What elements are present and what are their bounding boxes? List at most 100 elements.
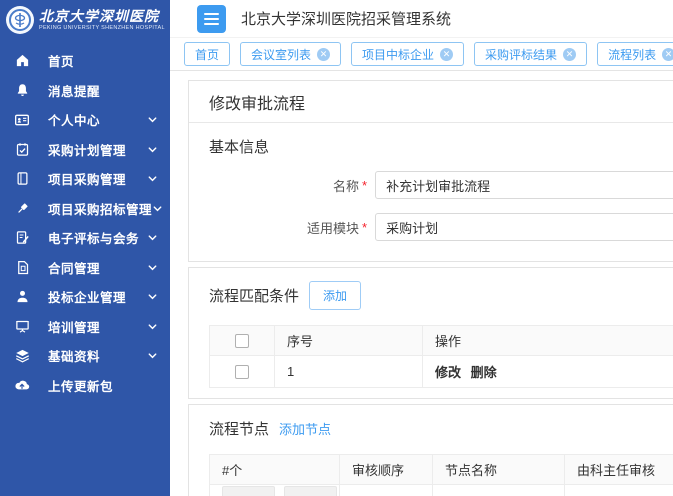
flow-nodes-section: 流程节点 添加节点 #个 审核顺序 节点名称 由科主任审核 [189, 405, 673, 496]
hospital-name-cn: 北京大学深圳医院 [39, 9, 165, 24]
id-card-icon [14, 112, 30, 128]
hospital-logo: 北京大学深圳医院 PEKING UNIVERSITY SHENZHEN HOSP… [0, 0, 170, 40]
sidebar-item-e-evaluation[interactable]: 电子评标与会务 [0, 223, 170, 253]
match-conditions-header: 流程匹配条件 添加 [209, 268, 673, 310]
col-seq-header: 序号 [275, 326, 423, 356]
chevron-down-icon [147, 321, 158, 332]
layers-icon [14, 348, 30, 364]
tab-project-winning-bidders[interactable]: 项目中标企业 ✕ [351, 42, 464, 66]
chevron-down-icon [147, 291, 158, 302]
hospital-name: 北京大学深圳医院 PEKING UNIVERSITY SHENZHEN HOSP… [39, 9, 165, 30]
sidebar-item-label: 项目采购招标管理 [48, 199, 152, 218]
match-conditions-title: 流程匹配条件 [209, 285, 299, 306]
sidebar-item-training-mgmt[interactable]: 培训管理 [0, 312, 170, 342]
tab-label: 流程列表 [608, 46, 656, 63]
module-input[interactable] [375, 213, 673, 241]
home-icon [14, 53, 30, 69]
delete-link[interactable]: 删除 [471, 365, 497, 380]
hamburger-icon [204, 13, 219, 15]
close-icon[interactable]: ✕ [563, 48, 576, 61]
flow-nodes-header: 流程节点 添加节点 [209, 405, 673, 439]
hospital-emblem-icon [6, 6, 34, 34]
content-area: 修改审批流程 基本信息 名称 * 适用模块 * 流程匹配条件 [170, 71, 673, 496]
tab-bid-evaluation-results[interactable]: 采购评标结果 ✕ [474, 42, 587, 66]
close-icon[interactable]: ✕ [662, 48, 673, 61]
chevron-down-icon [147, 114, 158, 125]
sidebar-menu: 首页 消息提醒 个人中心 采购计划管理 项目采购管理 项目采购招标管理 [0, 40, 170, 400]
sidebar-item-messages[interactable]: 消息提醒 [0, 76, 170, 106]
dept-head-cell: 是 [565, 485, 673, 496]
match-conditions-table: 序号 操作 字段 1 修改 删除 计划 [209, 325, 673, 388]
table-row: 1 修改 删除 计划类型 [210, 356, 673, 388]
tab-process-list[interactable]: 流程列表 ✕ [597, 42, 673, 66]
flow-nodes-table: #个 审核顺序 节点名称 由科主任审核 修改删除 1 科主任意见 [209, 454, 673, 496]
sidebar-item-home[interactable]: 首页 [0, 46, 170, 76]
tab-meeting-room-list[interactable]: 会议室列表 ✕ [240, 42, 341, 66]
col-name-header: 节点名称 [433, 455, 565, 485]
basic-info-title: 基本信息 [209, 123, 673, 157]
basic-info-section: 基本信息 名称 * 适用模块 * [189, 123, 673, 261]
match-conditions-section: 流程匹配条件 添加 序号 操作 字段 [189, 268, 673, 398]
table-row: 修改删除 1 科主任意见 是 [210, 485, 673, 496]
col-order-header: 审核顺序 [340, 455, 433, 485]
chevron-down-icon [147, 232, 158, 243]
sidebar-item-contract-mgmt[interactable]: 合同管理 [0, 253, 170, 283]
presentation-icon [14, 318, 30, 334]
sidebar-item-label: 培训管理 [48, 317, 100, 336]
chevron-down-icon [147, 144, 158, 155]
menu-toggle-button[interactable] [197, 5, 226, 33]
table-header-row: 序号 操作 字段 [210, 326, 673, 356]
flow-nodes-title: 流程节点 [209, 418, 269, 439]
close-icon[interactable]: ✕ [440, 48, 453, 61]
sidebar-item-label: 电子评标与会务 [48, 228, 139, 247]
sidebar-item-label: 上传更新包 [48, 376, 113, 395]
chevron-down-icon [147, 173, 158, 184]
row-checkbox[interactable] [235, 365, 249, 379]
col-dept-head-header: 由科主任审核 [565, 455, 673, 485]
edit-button[interactable]: 修改 [222, 486, 275, 496]
tab-home[interactable]: 首页 [184, 42, 230, 66]
app-title: 北京大学深圳医院招采管理系统 [241, 8, 451, 29]
module-label: 适用模块 [209, 218, 359, 237]
tab-bar: 首页 会议室列表 ✕ 项目中标企业 ✕ 采购评标结果 ✕ 流程列表 ✕ 流程 ✕ [170, 38, 673, 71]
match-conditions-card: 流程匹配条件 添加 序号 操作 字段 [188, 267, 673, 399]
sidebar-item-basic-data[interactable]: 基础资料 [0, 341, 170, 371]
sidebar-item-upload-package[interactable]: 上传更新包 [0, 371, 170, 401]
name-label: 名称 [209, 176, 359, 195]
tab-label: 采购评标结果 [485, 46, 557, 63]
sidebar-item-label: 采购计划管理 [48, 140, 126, 159]
sidebar-item-personal-center[interactable]: 个人中心 [0, 105, 170, 135]
page-title: 修改审批流程 [189, 81, 673, 123]
name-input[interactable] [375, 171, 673, 199]
seq-cell: 1 [275, 356, 423, 388]
required-marker: * [362, 178, 367, 193]
select-all-checkbox[interactable] [235, 334, 249, 348]
chevron-down-icon [147, 350, 158, 361]
add-condition-button[interactable]: 添加 [309, 281, 361, 310]
tab-label: 项目中标企业 [362, 46, 434, 63]
sidebar-item-project-purchase-mgmt[interactable]: 项目采购管理 [0, 164, 170, 194]
sidebar-item-project-bidding-mgmt[interactable]: 项目采购招标管理 [0, 194, 170, 224]
edit-link[interactable]: 修改 [435, 365, 461, 380]
sidebar-item-bidder-mgmt[interactable]: 投标企业管理 [0, 282, 170, 312]
flow-nodes-card: 流程节点 添加节点 #个 审核顺序 节点名称 由科主任审核 [188, 404, 673, 496]
close-icon[interactable]: ✕ [317, 48, 330, 61]
book-icon [14, 171, 30, 187]
cloud-upload-icon [14, 377, 30, 393]
node-name-cell: 科主任意见 [433, 485, 565, 496]
order-cell: 1 [340, 485, 433, 496]
clipboard-check-icon [14, 141, 30, 157]
sidebar-item-label: 投标企业管理 [48, 287, 126, 306]
col-action-header: 操作 [423, 326, 673, 356]
sidebar-item-label: 项目采购管理 [48, 169, 126, 188]
delete-button[interactable]: 删除 [284, 486, 337, 496]
name-field-row: 名称 * [209, 171, 673, 199]
sidebar-item-label: 个人中心 [48, 110, 100, 129]
add-node-link[interactable]: 添加节点 [279, 419, 331, 438]
contract-icon [14, 259, 30, 275]
top-bar: 北京大学深圳医院招采管理系统 [170, 0, 673, 38]
main-area: 北京大学深圳医院招采管理系统 首页 会议室列表 ✕ 项目中标企业 ✕ 采购评标结… [170, 0, 673, 496]
sidebar-item-label: 首页 [48, 51, 74, 70]
hospital-name-en: PEKING UNIVERSITY SHENZHEN HOSPITAL [39, 25, 165, 31]
sidebar-item-purchase-plan-mgmt[interactable]: 采购计划管理 [0, 135, 170, 165]
